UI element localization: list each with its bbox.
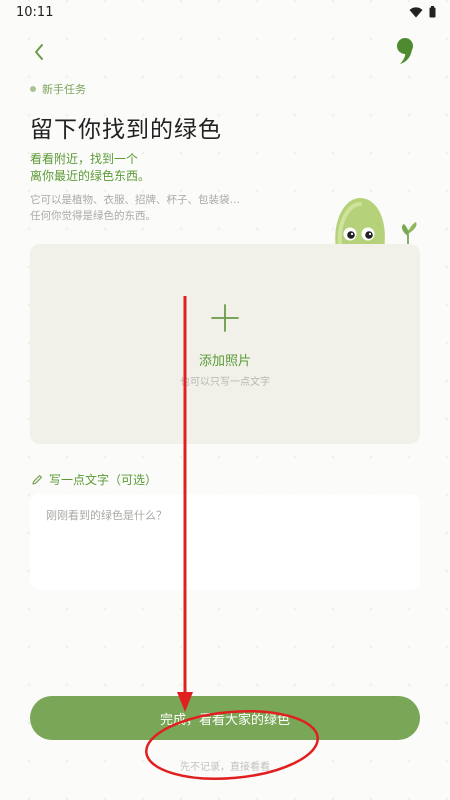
plus-icon[interactable] [210,303,240,333]
add-photo-label[interactable]: 添加照片 [0,350,450,369]
upload-hint: 也可以只写一点文字 [180,377,270,388]
mascot [330,192,425,252]
mascot-blob-icon [332,198,417,250]
task-tag: 新手任务 [30,81,86,97]
hint-line-2: 任何你觉得是绿色的东西。 [30,210,156,222]
page-title: 留下你找到的绿色 [30,117,222,143]
instruction-gray: 它可以是植物、衣服、招牌、杯子、包装袋… 任何你觉得是绿色的东西。 [30,192,240,224]
status-bar: 10:11 [0,0,450,24]
pencil-icon [32,474,42,485]
comma-logo-icon [397,38,413,64]
status-time: 10:11 [16,4,54,20]
skip-link[interactable]: 先不记录，直接看看 [0,758,450,773]
task-dot [30,86,36,92]
battery-icon [429,6,436,18]
chevron-left-icon [35,44,43,60]
photo-upload-area[interactable] [30,244,420,444]
task-tag-label: 新手任务 [42,83,86,96]
brand-logo [394,36,416,66]
done-button[interactable]: 完成，看看大家的绿色 [30,696,420,740]
instruction-line-1: 看看附近，找到一个 [30,152,139,166]
note-label: 写一点文字（可选） [31,471,157,488]
note-label-text: 写一点文字（可选） [49,473,158,487]
wifi-icon [409,6,423,17]
hint-line-1: 它可以是植物、衣服、招牌、杯子、包装袋… [30,194,240,206]
status-icons [409,6,436,18]
instruction-line-2: 离你最近的绿色东西。 [30,169,151,183]
note-input[interactable] [30,494,420,590]
header [0,36,450,68]
instruction-green: 看看附近，找到一个 离你最近的绿色东西。 [30,151,150,185]
back-button[interactable] [28,40,52,64]
plus-icon-svg [211,304,239,332]
